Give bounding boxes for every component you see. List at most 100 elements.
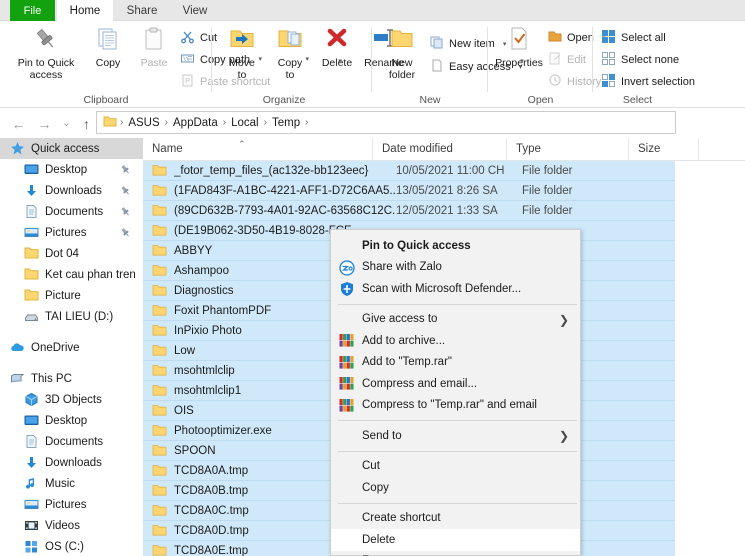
column-header-size[interactable]: Size <box>629 138 699 160</box>
sidebar-item-this-pc[interactable]: This PC <box>0 368 143 389</box>
menu-separator <box>338 502 577 504</box>
copy-to-button[interactable]: Copy to ▾ <box>269 26 311 81</box>
sidebar-item-desktop-pc[interactable]: Desktop <box>0 410 143 431</box>
breadcrumb-bar[interactable]: › ASUS › AppData › Local › Temp › <box>96 111 676 134</box>
menu-item-compress-and-email[interactable]: Compress and email... <box>331 373 580 395</box>
sidebar-item-label: TAI LIEU (D:) <box>45 310 114 323</box>
tab-share[interactable]: Share <box>115 0 169 21</box>
breadcrumb-asus[interactable]: ASUS <box>123 117 164 129</box>
select-none-button[interactable]: Select none <box>601 51 679 69</box>
properties-button[interactable]: Properties ▾ <box>494 26 544 70</box>
pin-icon[interactable] <box>120 164 131 178</box>
menu-item-label: Share with Zalo <box>362 261 442 274</box>
delete-caret-icon[interactable]: ▾ <box>338 57 342 65</box>
breadcrumb-appdata[interactable]: AppData <box>168 117 223 129</box>
menu-item-label: Send to <box>362 429 402 442</box>
sidebar-item-downloads[interactable]: Downloads <box>0 180 143 201</box>
invert-selection-icon <box>601 73 616 91</box>
sidebar-item-os-c[interactable]: OS (C:) <box>0 536 143 556</box>
folder-icon <box>152 204 167 218</box>
sidebar-item-documents-pc[interactable]: Documents <box>0 431 143 452</box>
folder-icon <box>152 544 167 556</box>
delete-x-icon <box>324 26 350 55</box>
breadcrumb-local[interactable]: Local <box>226 117 264 129</box>
pin-to-quick-access-button[interactable]: Pin to Quick access <box>10 26 82 81</box>
sidebar-item-videos[interactable]: Videos <box>0 515 143 536</box>
menu-item-label: Delete <box>362 533 396 546</box>
tab-file[interactable]: File <box>10 0 55 21</box>
sidebar-item-quick-access[interactable]: Quick access <box>0 138 143 159</box>
copy-to-caret-icon[interactable]: ▾ <box>305 55 309 63</box>
sidebar-item-onedrive[interactable]: OneDrive <box>0 337 143 358</box>
breadcrumb-temp[interactable]: Temp <box>267 117 305 129</box>
menu-item-delete[interactable]: Delete <box>331 529 580 551</box>
table-row[interactable]: _fotor_temp_files_(ac132e-bb123eec} 10/05… <box>143 161 675 181</box>
pin-icon[interactable] <box>120 185 131 199</box>
menu-item-share-with-zalo[interactable]: Share with Zalo <box>331 257 580 279</box>
up-button[interactable]: ↑ <box>78 115 95 132</box>
sidebar-item-picture[interactable]: Picture <box>0 285 143 306</box>
tab-view[interactable]: View <box>171 0 219 21</box>
sidebar-item-label: Picture <box>45 289 81 302</box>
table-row[interactable]: (89CD632B-7793-4A01-92AC-63568C12C... 12/… <box>143 201 675 221</box>
sidebar-item-downloads-pc[interactable]: Downloads <box>0 452 143 473</box>
menu-item-pin-to-quick-access[interactable]: Pin to Quick access <box>331 235 580 257</box>
menu-item-send-to[interactable]: Send to ❯ <box>331 425 580 447</box>
ribbon: Pin to Quick access Copy Paste Cut \\ Co… <box>0 21 745 108</box>
copy-button[interactable]: Copy <box>88 26 128 70</box>
context-menu[interactable]: Pin to Quick access Share with Zalo Scan w… <box>330 229 581 556</box>
ribbon-group-organize-caption: Organize <box>262 94 306 106</box>
menu-separator <box>338 420 577 421</box>
sidebar-item-tai-lieu-d[interactable]: TAI LIEU (D:) <box>0 306 143 327</box>
folder-icon <box>152 384 167 398</box>
sidebar-item-pictures[interactable]: Pictures <box>0 222 143 243</box>
sidebar-item-pictures-pc[interactable]: Pictures <box>0 494 143 515</box>
sidebar-item-3d-objects[interactable]: 3D Objects <box>0 389 143 410</box>
menu-item-compress-to-temp-rar-and-email[interactable]: Compress to "Temp.rar" and email <box>331 395 580 417</box>
paste-button: Paste <box>133 26 175 70</box>
menu-separator <box>338 450 577 452</box>
svg-text:P: P <box>185 78 190 85</box>
menu-item-add-to-temp-rar[interactable]: Add to "Temp.rar" <box>331 352 580 374</box>
pin-icon[interactable] <box>120 227 131 241</box>
move-to-button[interactable]: Move to ▾ <box>220 26 264 81</box>
invert-selection-label: Invert selection <box>621 76 695 88</box>
ribbon-group-new: New folder New item ▾ Easy access ▾ New <box>372 21 522 108</box>
invert-selection-button[interactable]: Invert selection <box>601 73 695 91</box>
forward-button[interactable]: → <box>36 115 53 132</box>
recent-locations-button[interactable]: ⌄ <box>58 115 75 132</box>
delete-button[interactable]: Delete ▾ <box>316 26 358 70</box>
select-all-button[interactable]: Select all <box>601 29 666 47</box>
menu-item-cut[interactable]: Cut <box>331 456 580 478</box>
back-button[interactable]: ← <box>10 115 27 132</box>
column-header-date-modified[interactable]: Date modified <box>373 138 507 160</box>
sidebar-item-music[interactable]: Music <box>0 473 143 494</box>
sidebar-item-ket-cau-phan-tren[interactable]: Ket cau phan tren <box>0 264 143 285</box>
move-to-label: Move to <box>229 57 255 81</box>
copy-path-icon: \\ <box>180 51 195 69</box>
menu-item-rename[interactable]: Rename <box>331 551 580 556</box>
folder-icon <box>103 115 117 131</box>
sidebar-item-desktop[interactable]: Desktop <box>0 159 143 180</box>
menu-item-copy[interactable]: Copy <box>331 477 580 499</box>
chevron-right-icon: ❯ <box>558 312 569 327</box>
tab-home[interactable]: Home <box>57 0 113 21</box>
table-row[interactable]: (1FAD843F-A1BC-4221-AFF1-D72C6AA5... 13/0… <box>143 181 675 201</box>
sidebar-item-documents[interactable]: Documents <box>0 201 143 222</box>
file-type: File folder <box>522 164 573 177</box>
new-folder-button[interactable]: New folder <box>380 26 424 81</box>
star-icon <box>10 141 26 157</box>
menu-item-add-to-archive[interactable]: Add to archive... <box>331 330 580 352</box>
menu-item-give-access-to[interactable]: Give access to ❯ <box>331 309 580 331</box>
menu-item-scan-with-microsoft-defender[interactable]: Scan with Microsoft Defender... <box>331 278 580 300</box>
navigation-pane[interactable]: Quick access Desktop Downloads Documents Pic… <box>0 138 143 556</box>
pin-icon[interactable] <box>120 206 131 220</box>
sidebar-item-dot-04[interactable]: Dot 04 <box>0 243 143 264</box>
properties-caret-icon[interactable]: ▾ <box>520 57 524 65</box>
back-arrow-icon: ← <box>11 115 26 132</box>
column-header-type[interactable]: Type <box>507 138 629 160</box>
download-icon <box>24 455 40 471</box>
column-header-name[interactable]: Name ⌃ <box>143 138 373 160</box>
menu-item-create-shortcut[interactable]: Create shortcut <box>331 508 580 530</box>
move-to-caret-icon[interactable]: ▾ <box>258 55 262 63</box>
